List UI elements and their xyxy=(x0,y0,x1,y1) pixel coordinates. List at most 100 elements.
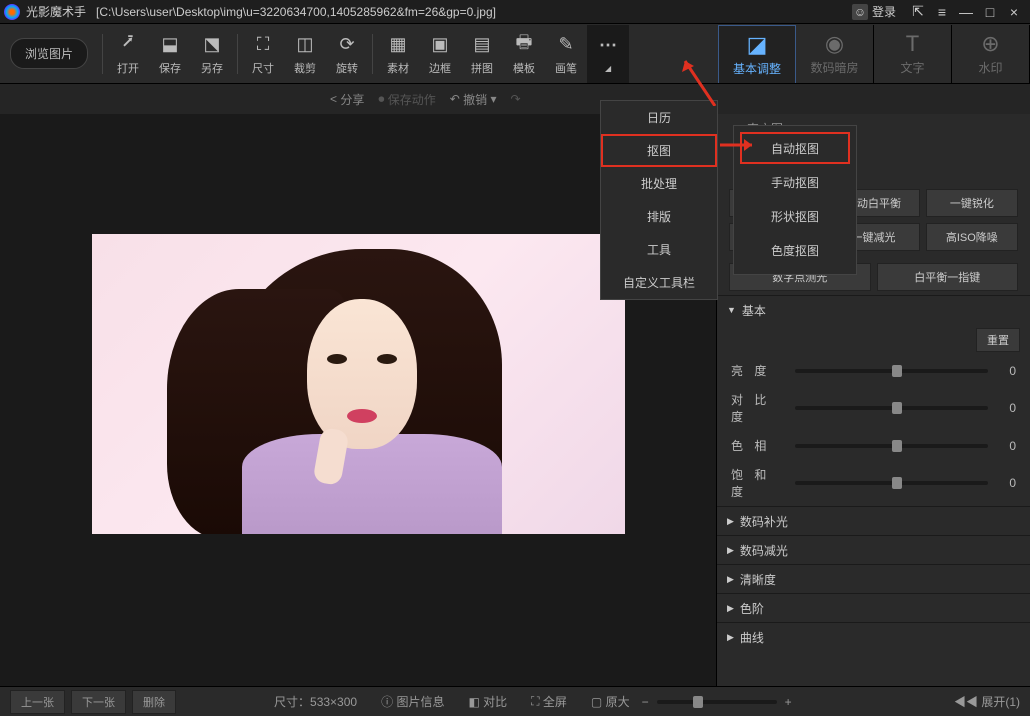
section-basic-header[interactable]: ▼基本 xyxy=(717,296,1030,324)
material-button[interactable]: ▦素材 xyxy=(377,25,419,83)
save-action-button[interactable]: ⏺ 保存动作 xyxy=(378,91,435,108)
template-button[interactable]: 🖶模板 xyxy=(503,25,545,83)
undo-icon: ↶ xyxy=(450,92,460,106)
collage-button[interactable]: ▤拼图 xyxy=(461,25,503,83)
submenu-shape-cutout[interactable]: 形状抠图 xyxy=(740,200,850,232)
redo-button[interactable]: ↷ xyxy=(511,92,521,106)
zoom-slider[interactable] xyxy=(657,700,777,704)
contrast-slider: 对 比 度 0 xyxy=(717,385,1030,431)
contrast-track[interactable] xyxy=(795,406,988,410)
main-area: 直方图 自动曝光 自动白平衡 一键锐化 严重白平衡 一键减光 高ISO降噪 数字… xyxy=(0,114,1030,686)
brush-icon: ✎ xyxy=(558,32,573,58)
frame-icon: ▣ xyxy=(432,32,449,58)
prev-image-button[interactable]: 上一张 xyxy=(10,690,65,714)
slider-thumb[interactable] xyxy=(892,440,902,452)
menu-layout[interactable]: 排版 xyxy=(601,200,717,233)
fullscreen-button[interactable]: ⛶ 全屏 xyxy=(531,693,567,710)
menu-cutout[interactable]: 抠图 xyxy=(601,134,717,167)
adjust-icon: ◪ xyxy=(747,32,768,58)
submenu-chroma-cutout[interactable]: 色度抠图 xyxy=(740,234,850,266)
brightness-track[interactable] xyxy=(795,369,988,373)
collage-icon: ▤ xyxy=(474,32,491,58)
tab-watermark[interactable]: ⊕水印 xyxy=(952,25,1030,83)
slider-thumb[interactable] xyxy=(892,365,902,377)
window-title: 光影魔术手 [C:\Users\user\Desktop\img\u=32206… xyxy=(26,3,852,20)
high-iso-button[interactable]: 高ISO降噪 xyxy=(926,223,1018,251)
section-fill-light[interactable]: ▶数码补光 xyxy=(717,507,1030,535)
open-button[interactable]: ⭷打开 xyxy=(107,25,149,83)
minimize-button[interactable]: — xyxy=(954,2,978,22)
wb-picker-button[interactable]: 白平衡一指键 xyxy=(877,263,1019,291)
separator xyxy=(102,34,103,74)
more-icon: ⋯ xyxy=(599,35,617,56)
redo-icon: ↷ xyxy=(511,92,521,106)
slider-thumb[interactable] xyxy=(892,402,902,414)
annotation-arrow-icon xyxy=(720,135,760,155)
pin-button[interactable]: ⇱ xyxy=(906,2,930,22)
separator xyxy=(237,34,238,74)
original-size-button[interactable]: ▢ 原大 xyxy=(591,693,630,710)
info-icon: ⓘ xyxy=(381,693,393,710)
section-reduce-light[interactable]: ▶数码减光 xyxy=(717,536,1030,564)
share-button[interactable]: < 分享 xyxy=(330,91,364,108)
section-curves[interactable]: ▶曲线 xyxy=(717,623,1030,651)
menu-tools[interactable]: 工具 xyxy=(601,233,717,266)
separator xyxy=(372,34,373,74)
image-info-button[interactable]: ⓘ 图片信息 xyxy=(381,693,444,710)
save-icon: ⬓ xyxy=(162,32,179,58)
section-basic: ▼基本 重置 亮 度 0 对 比 度 0 色 相 0 饱 和 度 0 xyxy=(717,295,1030,506)
main-toolbar: 浏览图片 ⭷打开 ⬓保存 ⬔另存 ⛶尺寸 ◫裁剪 ⟳旋转 ▦素材 ▣边框 ▤拼图… xyxy=(0,24,1030,84)
tab-text[interactable]: T文字 xyxy=(874,25,952,83)
brush-button[interactable]: ✎画笔 xyxy=(545,25,587,83)
rotate-button[interactable]: ⟳旋转 xyxy=(326,25,368,83)
triangle-right-icon: ▶ xyxy=(727,603,734,614)
zoom-out-button[interactable]: − xyxy=(642,695,649,709)
save-as-icon: ⬔ xyxy=(204,32,221,58)
menu-button[interactable]: ≡ xyxy=(930,2,954,22)
more-tools-button[interactable]: ⋯ ◢ xyxy=(587,25,629,83)
resize-icon: ⛶ xyxy=(257,32,270,58)
browse-images-button[interactable]: 浏览图片 xyxy=(10,38,88,69)
saturation-track[interactable] xyxy=(795,481,988,485)
zoom-100-icon: ▢ xyxy=(591,695,602,709)
maximize-button[interactable]: □ xyxy=(978,2,1002,22)
hue-track[interactable] xyxy=(795,444,988,448)
save-as-button[interactable]: ⬔另存 xyxy=(191,25,233,83)
slider-thumb[interactable] xyxy=(892,477,902,489)
user-icon: ☺ xyxy=(852,4,868,20)
reset-button[interactable]: 重置 xyxy=(976,328,1020,352)
triangle-down-icon: ▼ xyxy=(727,305,736,315)
next-image-button[interactable]: 下一张 xyxy=(71,690,126,714)
fullscreen-icon: ⛶ xyxy=(531,694,539,709)
section-clarity[interactable]: ▶清晰度 xyxy=(717,565,1030,593)
section-levels[interactable]: ▶色阶 xyxy=(717,594,1030,622)
image-canvas[interactable] xyxy=(92,234,625,534)
watermark-icon: ⊕ xyxy=(981,31,999,57)
material-icon: ▦ xyxy=(390,32,407,58)
menu-custom-toolbar[interactable]: 自定义工具栏 xyxy=(601,266,717,299)
expand-panel-button[interactable]: ◀◀ 展开(1) xyxy=(954,693,1020,710)
delete-button[interactable]: 删除 xyxy=(132,690,176,714)
undo-button[interactable]: ↶ 撤销 ▾ xyxy=(450,91,497,108)
close-button[interactable]: × xyxy=(1002,2,1026,22)
login-button[interactable]: ☺ 登录 xyxy=(852,3,896,20)
hue-slider: 色 相 0 xyxy=(717,431,1030,460)
zoom-in-button[interactable]: + xyxy=(785,695,792,709)
login-label: 登录 xyxy=(872,3,896,20)
frame-button[interactable]: ▣边框 xyxy=(419,25,461,83)
slider-thumb[interactable] xyxy=(693,696,703,708)
triangle-right-icon: ▶ xyxy=(727,516,734,527)
app-name: 光影魔术手 xyxy=(26,5,86,19)
resize-button[interactable]: ⛶尺寸 xyxy=(242,25,284,83)
compare-button[interactable]: ◧ 对比 xyxy=(468,693,507,710)
crop-button[interactable]: ◫裁剪 xyxy=(284,25,326,83)
submenu-manual-cutout[interactable]: 手动抠图 xyxy=(740,166,850,198)
sharpen-button[interactable]: 一键锐化 xyxy=(926,189,1018,217)
save-button[interactable]: ⬓保存 xyxy=(149,25,191,83)
tab-basic-adjust[interactable]: ◪基本调整 xyxy=(718,25,796,83)
tab-darkroom[interactable]: ◉数码暗房 xyxy=(796,25,874,83)
saturation-slider: 饱 和 度 0 xyxy=(717,460,1030,506)
menu-batch[interactable]: 批处理 xyxy=(601,167,717,200)
rotate-icon: ⟳ xyxy=(339,32,354,58)
crop-icon: ◫ xyxy=(297,32,314,58)
